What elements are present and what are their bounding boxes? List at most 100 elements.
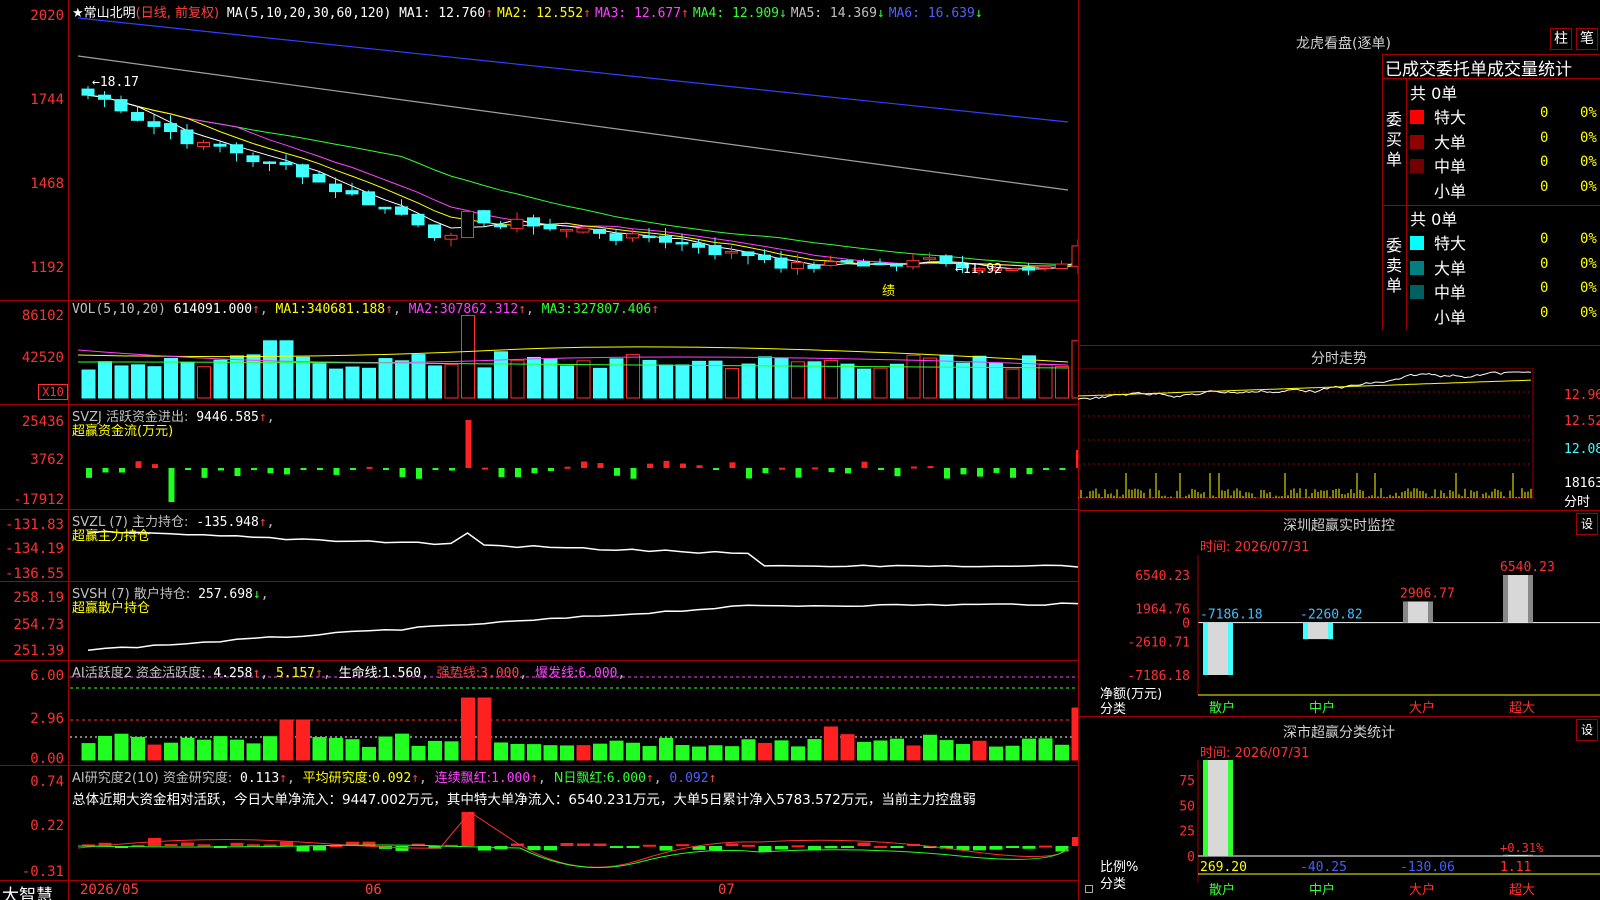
activity-bar: [642, 746, 657, 761]
activity-bar: [1022, 738, 1036, 761]
volume-bar: [956, 362, 970, 399]
order-pct: 0%: [1580, 154, 1597, 170]
y-tick: 6540.23: [1135, 569, 1190, 584]
flow-bar: [845, 468, 851, 474]
classify-settings-button[interactable]: 设: [1576, 719, 1598, 741]
volume-bar: [180, 361, 195, 399]
intraday-tick: 12.08: [1564, 442, 1600, 457]
activity-bar: [741, 739, 756, 761]
order-stat-row: 小单 0 0%: [1410, 304, 1600, 328]
volume-bar: [626, 354, 640, 399]
separator: [0, 581, 1078, 582]
research-bar: [709, 846, 722, 851]
order-size-label: 中单: [1434, 283, 1467, 302]
order-count: 0: [1540, 154, 1549, 170]
earnings-marker[interactable]: 绩: [882, 280, 895, 299]
research-bar: [280, 841, 293, 846]
volume-bar: [725, 367, 739, 399]
research-bar: [164, 843, 178, 846]
ai-active-header: AI活跃度2 资金活跃度: 4.258↑, 5.157↑, 生命线:1.560,…: [72, 666, 626, 681]
activity-bar: [510, 743, 525, 761]
activity-bar: [576, 745, 591, 761]
vol-title: VOL(5,10,20): [72, 302, 166, 317]
intraday-chart[interactable]: [1078, 368, 1600, 510]
y-tick: 42520: [21, 350, 64, 366]
volume-bar: [642, 359, 657, 399]
value-label: 269.20: [1200, 860, 1247, 875]
flow-bar: [218, 468, 224, 471]
flow-bar: [185, 468, 191, 470]
ma-arrow: ↓: [778, 6, 787, 21]
bar-mode-button[interactable]: 柱: [1550, 28, 1572, 50]
volume-bar: [675, 364, 690, 399]
svzl-subtitle: 超赢主力持仓: [72, 529, 151, 544]
realtime-settings-button[interactable]: 设: [1576, 513, 1598, 535]
ma-arrow: ↓: [876, 6, 885, 21]
order-pct: 0%: [1580, 105, 1597, 121]
category-label: 中户: [1309, 700, 1335, 715]
vol-ma1-name: MA1:: [275, 302, 307, 317]
flow-bar: [102, 468, 109, 473]
ma-line: [87, 94, 1078, 267]
volume-bar: [477, 367, 492, 399]
volume-bar: [362, 367, 376, 399]
kline-header: ★常山北明(日线, 前复权) MA(5,10,20,30,60,120) MA1…: [72, 2, 987, 21]
color-swatch: [1410, 285, 1424, 299]
research-bar: [461, 812, 475, 846]
volume-bar: [197, 366, 211, 399]
classify-bar-chart[interactable]: 75 50 25 0 269.20 散户 -40.25 中户 -130.06 大户 1.11 超大: [1078, 760, 1600, 900]
stock-name[interactable]: ★常山北明: [72, 6, 136, 21]
volume-bar: [114, 365, 129, 399]
candle: [197, 142, 210, 148]
vol-ma1: 340681.188: [306, 302, 386, 317]
order-size-label: 大单: [1434, 258, 1467, 278]
ma-item: MA6: 16.639: [888, 6, 975, 21]
tick-mode-button[interactable]: 笔: [1576, 28, 1598, 50]
y-tick: 0.22: [30, 818, 64, 834]
vol-unit-badge[interactable]: X10: [38, 384, 68, 400]
activity-bar: [345, 739, 360, 761]
flow-bar: [960, 468, 967, 475]
activity-bar: [230, 739, 244, 761]
order-size-label: 特大: [1434, 108, 1467, 127]
color-swatch: [1410, 110, 1424, 124]
volume-bar: [659, 364, 673, 399]
activity-bar: [972, 740, 987, 761]
activity-bar: [873, 740, 888, 761]
activity-bar: [296, 719, 310, 761]
order-count: 0: [1540, 231, 1549, 247]
candle: [708, 245, 722, 256]
ma-label: MA(5,10,20,30,60,120): [226, 6, 392, 21]
vol-ma2-name: MA2:: [408, 302, 440, 317]
intraday-tick: 12.52: [1564, 414, 1600, 429]
volume-bar: [329, 368, 343, 399]
flow-bar: [201, 468, 208, 478]
order-size-label: 特大: [1434, 234, 1467, 253]
activity-bar: [527, 744, 541, 761]
volume-bar: [213, 359, 228, 399]
candle: [395, 206, 408, 215]
flow-bar: [465, 420, 472, 468]
candle: [741, 251, 755, 257]
brand-logo[interactable]: 大智慧: [2, 881, 53, 900]
flow-bar: [696, 465, 703, 468]
y-tick: 2.96: [30, 711, 64, 727]
research-bar: [659, 846, 673, 851]
research-bar: [1006, 846, 1019, 848]
research-bar: [247, 844, 260, 847]
candle: [939, 255, 953, 265]
n-label: N日飘红:: [553, 771, 607, 786]
activity-bar: [98, 735, 112, 761]
y-tick: -131.83: [4, 517, 64, 533]
value-label: -2260.82: [1300, 608, 1363, 623]
bar-shade: [1428, 601, 1433, 623]
activity-bar: [246, 743, 261, 761]
research-bar: [857, 842, 871, 846]
realtime-title: 深圳超赢实时监控: [1283, 518, 1395, 534]
candle: [230, 144, 243, 154]
research-line: [77, 811, 1069, 868]
intraday-price-line: [1078, 371, 1532, 400]
activity-bar: [560, 745, 574, 761]
flow-bar: [1043, 468, 1049, 470]
period-mode[interactable]: (日线, 前复权): [136, 6, 219, 21]
